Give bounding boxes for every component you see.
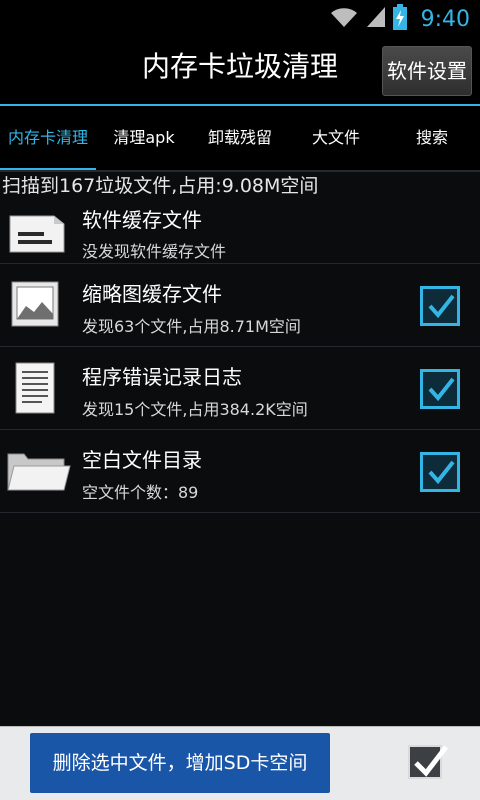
battery-icon — [392, 4, 407, 34]
status-icons: 9:40 — [329, 0, 470, 38]
bottom-bar: 删除选中文件，增加SD卡空间 — [0, 726, 480, 800]
settings-button[interactable]: 软件设置 — [382, 46, 472, 96]
check-icon — [414, 745, 448, 777]
title-bar: 内存卡垃圾清理 软件设置 — [0, 38, 480, 106]
document-icon — [6, 361, 72, 417]
item-title: 程序错误记录日志 — [82, 365, 242, 389]
item-subtitle: 没发现软件缓存文件 — [82, 242, 227, 261]
item-checkbox[interactable] — [420, 452, 460, 492]
item-subtitle: 发现15个文件,占用384.2K空间 — [82, 400, 308, 419]
tab-uninstall-residue[interactable]: 卸载残留 — [192, 106, 288, 172]
signal-icon — [365, 5, 387, 33]
list-item[interactable]: 程序错误记录日志 发现15个文件,占用384.2K空间 — [0, 347, 480, 430]
status-time: 9:40 — [420, 6, 470, 32]
item-subtitle: 空文件个数：89 — [82, 483, 199, 502]
wifi-icon — [329, 5, 359, 33]
list-item[interactable]: 软件缓存文件 没发现软件缓存文件 — [0, 200, 480, 264]
check-icon — [428, 377, 455, 402]
item-checkbox[interactable] — [420, 286, 460, 326]
item-title: 缩略图缓存文件 — [82, 282, 222, 306]
item-title: 空白文件目录 — [82, 448, 202, 472]
item-checkbox[interactable] — [420, 369, 460, 409]
delete-selected-button[interactable]: 删除选中文件，增加SD卡空间 — [30, 733, 330, 793]
image-icon — [6, 278, 72, 334]
item-subtitle: 发现63个文件,占用8.71M空间 — [82, 317, 301, 336]
list-item[interactable]: 缩略图缓存文件 发现63个文件,占用8.71M空间 — [0, 264, 480, 347]
tab-sdcard-clean[interactable]: 内存卡清理 — [0, 106, 96, 172]
junk-list: 软件缓存文件 没发现软件缓存文件 缩略图缓存文件 发现63个文件,占用8.71M… — [0, 200, 480, 513]
tab-large-files[interactable]: 大文件 — [288, 106, 384, 172]
tab-bar: 内存卡清理 清理apk 卸载残留 大文件 搜索 — [0, 106, 480, 172]
check-icon — [428, 460, 455, 485]
item-title: 软件缓存文件 — [82, 208, 202, 232]
file-cache-icon — [6, 204, 72, 260]
folder-icon — [6, 444, 72, 500]
select-all-checkbox[interactable] — [408, 745, 448, 779]
list-item[interactable]: 空白文件目录 空文件个数：89 — [0, 430, 480, 513]
tab-clean-apk[interactable]: 清理apk — [96, 106, 192, 172]
status-bar: 9:40 — [0, 0, 480, 38]
check-icon — [428, 294, 455, 319]
scan-summary: 扫描到167垃圾文件,占用:9.08M空间 — [2, 175, 319, 197]
tab-search[interactable]: 搜索 — [384, 106, 480, 172]
